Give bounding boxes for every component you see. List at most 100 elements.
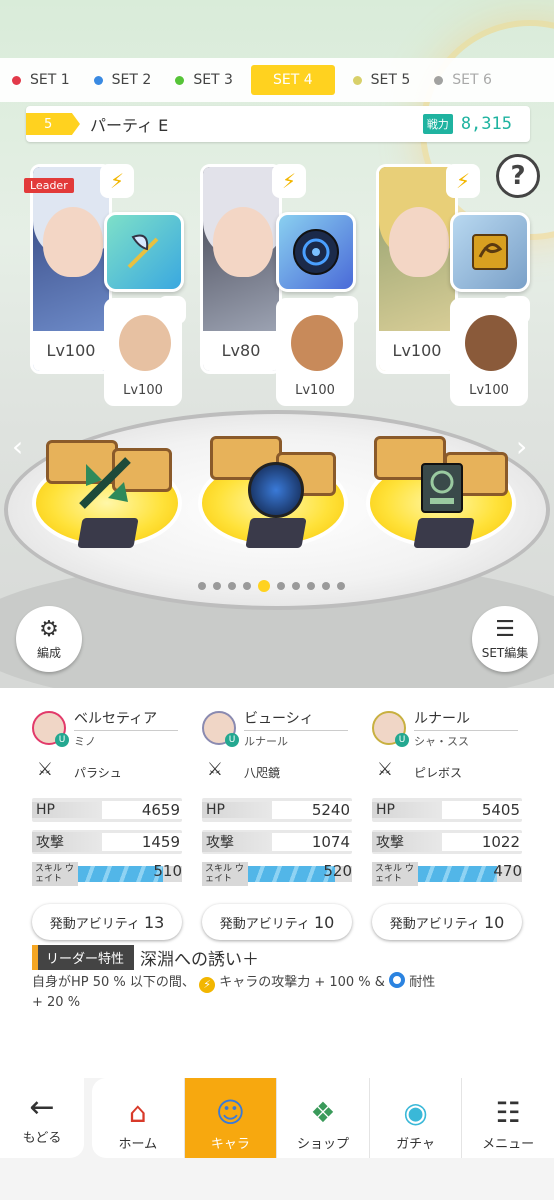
ability-count: 10 — [483, 912, 505, 932]
stats-column-1: U ベルセティア ミノ ⚔ パラシュ HP 4659 攻撃 1459 スキル ウェイト 5… — [32, 708, 182, 940]
weapon-row: ⚔ パラシュ — [32, 754, 182, 790]
weapon-icon: ⚔ — [36, 759, 54, 780]
shop-icon: ❖ — [310, 1096, 336, 1129]
help-button[interactable]: ? — [496, 154, 540, 198]
weapon-slot-2[interactable] — [276, 212, 356, 292]
sub-character-name: ルナール — [244, 734, 288, 748]
attack-label: 攻撃 — [202, 832, 272, 852]
page-dot[interactable] — [228, 582, 236, 590]
back-label: もどる — [22, 1131, 62, 1146]
hp-row: HP 5405 — [372, 798, 522, 822]
arrow-left-icon[interactable]: ‹ — [12, 430, 23, 463]
tab-set-1[interactable]: SET 1 — [0, 65, 82, 95]
party-bar[interactable]: 5 パーティ E 戦力 8,315 — [26, 106, 530, 142]
stats-column-2: U ビューシィ ルナール ⚔ 八咫鏡 HP 5240 攻撃 1074 スキル ウェイト 5… — [202, 708, 352, 940]
party-scene: SET 1 SET 2 SET 3 SET 4 SET 5 SET 6 5 パー… — [0, 0, 554, 688]
tab-set-6[interactable]: SET 6 — [422, 65, 504, 95]
page-dot[interactable] — [322, 582, 330, 590]
page-dot[interactable] — [277, 582, 285, 590]
page-dot[interactable] — [198, 582, 206, 590]
sub-character-3[interactable]: Lv100 — [450, 298, 528, 406]
skill-wait-value: 520 — [323, 862, 352, 880]
set-edit-label: SET編集 — [481, 646, 529, 660]
weapon-name: 八咫鏡 — [244, 765, 281, 780]
character-portrait-3[interactable]: Lv100 — [376, 164, 458, 374]
attack-row: 攻撃 1022 — [372, 830, 522, 854]
set-edit-button[interactable]: ☰ SET編集 — [472, 606, 538, 672]
tab-set-5[interactable]: SET 5 — [341, 65, 423, 95]
back-button[interactable]: ← もどる — [0, 1078, 84, 1158]
tab-label: SET 5 — [370, 72, 411, 88]
nav-menu[interactable]: ☷ メニュー — [462, 1078, 554, 1158]
ability-button[interactable]: 発動アビリティ 13 — [32, 904, 182, 940]
ability-button[interactable]: 発動アビリティ 10 — [372, 904, 522, 940]
item-base — [77, 518, 139, 548]
page-dot-active[interactable] — [258, 580, 270, 592]
avatar: U — [32, 711, 69, 747]
tab-label: SET 2 — [111, 72, 152, 88]
formation-button[interactable]: ⚙ 編成 — [16, 606, 82, 672]
ability-button[interactable]: 発動アビリティ 10 — [202, 904, 352, 940]
set-color-dot — [12, 75, 21, 85]
sub-character-name: ミノ — [74, 734, 96, 748]
weapon-icon: ⚔ — [376, 759, 394, 780]
weapon-name: パラシュ — [74, 765, 122, 780]
skill-wait-value: 510 — [153, 862, 182, 880]
hp-label: HP — [202, 802, 272, 818]
skill-wait-row: スキル ウェイト 510 — [32, 862, 182, 886]
sub-level-label: Lv100 — [469, 383, 509, 398]
tab-label: SET 1 — [30, 72, 70, 88]
lightning-icon: ⚡ — [100, 164, 134, 198]
leader-trait-name: 深淵への誘い＋ — [140, 949, 260, 970]
tab-label: SET 3 — [193, 72, 233, 88]
character-header: U ベルセティア ミノ — [32, 708, 182, 748]
ability-label: 発動アビリティ — [389, 916, 480, 932]
page-dot[interactable] — [213, 582, 221, 590]
set-color-dot — [352, 75, 362, 85]
weapon-row: ⚔ ピレボス — [372, 754, 522, 790]
skill-wait-row: スキル ウェイト 520 — [202, 862, 352, 886]
weapon-slot-1[interactable] — [104, 212, 184, 292]
nav-shop[interactable]: ❖ ショップ — [277, 1078, 370, 1158]
set-tabs: SET 1 SET 2 SET 3 SET 4 SET 5 SET 6 — [0, 58, 554, 102]
hp-value: 5240 — [272, 801, 352, 819]
nav-home[interactable]: ⌂ ホーム — [92, 1078, 185, 1158]
skill-wait-row: スキル ウェイト 470 — [372, 862, 522, 886]
item-base — [413, 518, 475, 548]
nav-label: ホーム — [118, 1137, 158, 1152]
page-indicator — [198, 580, 345, 592]
ability-count: 10 — [313, 912, 335, 932]
attack-label: 攻撃 — [32, 832, 102, 852]
nav-items: ⌂ ホーム ☺ キャラ ❖ ショップ ◉ ガチャ ☷ メニュー — [92, 1078, 554, 1158]
attack-row: 攻撃 1074 — [202, 830, 352, 854]
tab-set-3[interactable]: SET 3 — [163, 65, 245, 95]
nav-label: キャラ — [210, 1137, 250, 1152]
trait-text: キャラの攻撃力 + 100 % & — [219, 975, 385, 990]
level-label: Lv100 — [379, 331, 455, 371]
tome-icon — [472, 234, 508, 270]
page-dot[interactable] — [337, 582, 345, 590]
sub-character-1[interactable]: Lv100 — [104, 298, 182, 406]
tab-set-2[interactable]: SET 2 — [82, 65, 164, 95]
hp-value: 5405 — [442, 801, 522, 819]
nav-label: ガチャ — [396, 1137, 436, 1152]
arrow-right-icon[interactable]: › — [516, 430, 527, 463]
nav-character[interactable]: ☺ キャラ — [184, 1078, 278, 1158]
hp-label: HP — [32, 802, 102, 818]
page-dot[interactable] — [292, 582, 300, 590]
menu-icon: ☷ — [495, 1096, 521, 1129]
page-dot[interactable] — [307, 582, 315, 590]
item-base — [245, 518, 307, 548]
ability-count: 13 — [143, 912, 165, 932]
character-portrait-2[interactable]: Lv80 — [200, 164, 282, 374]
tab-set-4[interactable]: SET 4 — [250, 65, 335, 95]
weapon-slot-3[interactable] — [450, 212, 530, 292]
page-dot[interactable] — [243, 582, 251, 590]
avatar: U — [202, 711, 239, 747]
character-portrait-1[interactable]: Lv100 — [30, 164, 112, 374]
nav-gacha[interactable]: ◉ ガチャ — [370, 1078, 463, 1158]
nav-label: ショップ — [296, 1137, 349, 1152]
leader-badge: Leader — [24, 178, 74, 193]
element-badge: U — [225, 733, 239, 747]
sub-character-2[interactable]: Lv100 — [276, 298, 354, 406]
